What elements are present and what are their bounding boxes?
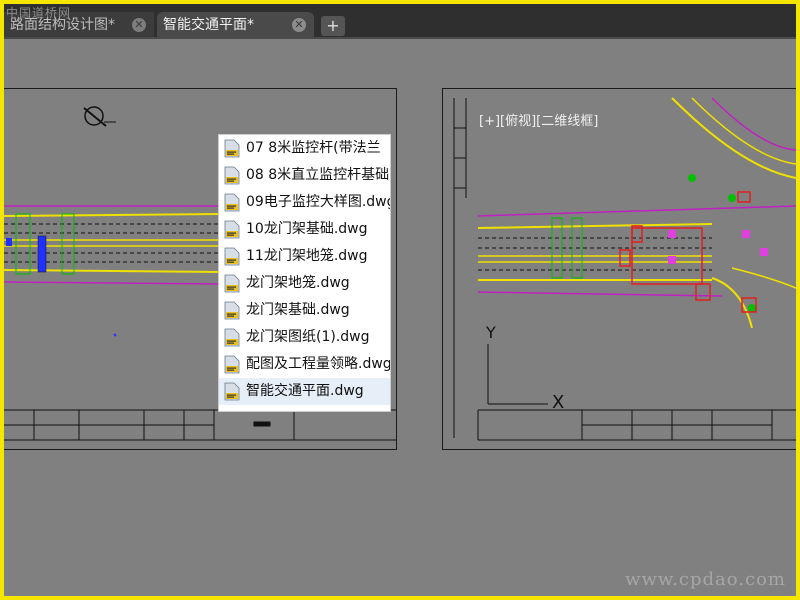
file-item[interactable]: 09电子监控大样图.dwg bbox=[219, 189, 390, 216]
north-arrow-icon bbox=[83, 106, 116, 127]
ucs-y-label: Y bbox=[485, 323, 496, 342]
file-name: 11龙门架地笼.dwg bbox=[246, 248, 368, 264]
ucs-icon bbox=[487, 344, 548, 405]
watermark-bottom-right: www.cpdao.com bbox=[625, 569, 786, 590]
file-name: 08 8米直立监控杆基础 bbox=[246, 167, 390, 183]
close-icon[interactable]: ✕ bbox=[292, 18, 306, 32]
dwg-file-icon bbox=[224, 328, 240, 347]
file-item[interactable]: 11龙门架地笼.dwg bbox=[219, 243, 390, 270]
file-name: 龙门架图纸(1).dwg bbox=[246, 329, 370, 345]
file-item[interactable]: 龙门架地笼.dwg bbox=[219, 270, 390, 297]
file-name: 龙门架基础.dwg bbox=[246, 302, 350, 318]
file-item[interactable]: 配图及工程量领略.dwg bbox=[219, 351, 390, 378]
file-item[interactable]: 龙门架图纸(1).dwg bbox=[219, 324, 390, 351]
tab-underline bbox=[4, 37, 796, 39]
viewport-label[interactable]: [+][俯视][二维线框] bbox=[479, 110, 598, 129]
dwg-file-icon bbox=[224, 301, 240, 320]
file-name: 10龙门架基础.dwg bbox=[246, 221, 368, 237]
file-name: 智能交通平面.dwg bbox=[246, 383, 364, 399]
file-name: 07 8米监控杆(带法兰 bbox=[246, 140, 381, 156]
document-tab-bar: 路面结构设计图* ✕ 智能交通平面* ✕ + bbox=[4, 4, 796, 39]
dwg-file-icon bbox=[224, 382, 240, 401]
tab-label: 智能交通平面* bbox=[163, 17, 254, 33]
cad-window: 路面结构设计图* ✕ 智能交通平面* ✕ + 中国道桥网 Y X [+][俯视]… bbox=[4, 4, 796, 596]
file-item[interactable]: 龙门架基础.dwg bbox=[219, 297, 390, 324]
dwg-file-icon bbox=[224, 166, 240, 185]
file-name: 09电子监控大样图.dwg bbox=[246, 194, 391, 210]
dwg-file-icon bbox=[224, 220, 240, 239]
new-tab-button[interactable]: + bbox=[321, 16, 345, 36]
tab-intelligent-traffic[interactable]: 智能交通平面* ✕ bbox=[157, 12, 314, 38]
file-name: 龙门架地笼.dwg bbox=[246, 275, 350, 291]
road-plan-left bbox=[4, 205, 223, 337]
dwg-file-icon bbox=[224, 247, 240, 266]
left-title-block bbox=[4, 409, 396, 441]
file-item-selected[interactable]: 智能交通平面.dwg bbox=[219, 378, 390, 405]
close-icon[interactable]: ✕ bbox=[132, 18, 146, 32]
right-drawing[interactable]: Y X bbox=[442, 88, 796, 450]
watermark-top-left: 中国道桥网 bbox=[6, 6, 72, 20]
dwg-file-icon bbox=[224, 193, 240, 212]
file-name: 配图及工程量领略.dwg bbox=[246, 356, 391, 372]
recent-files-popup: 07 8米监控杆(带法兰 08 8米直立监控杆基础 09电子监控大样图.dwg … bbox=[218, 134, 391, 412]
right-title-block bbox=[477, 409, 796, 441]
dwg-file-icon bbox=[224, 139, 240, 158]
file-item[interactable]: 08 8米直立监控杆基础 bbox=[219, 162, 390, 189]
dwg-file-icon bbox=[224, 274, 240, 293]
intersection-plan bbox=[477, 97, 796, 329]
file-item[interactable]: 10龙门架基础.dwg bbox=[219, 216, 390, 243]
file-item[interactable]: 07 8米监控杆(带法兰 bbox=[219, 135, 390, 162]
dwg-file-icon bbox=[224, 355, 240, 374]
